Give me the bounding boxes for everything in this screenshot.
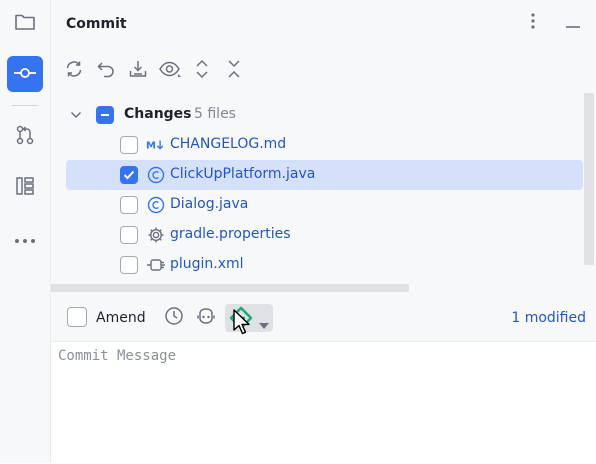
- horizontal-scrollbar[interactable]: [51, 284, 409, 292]
- changes-group-checkbox[interactable]: [96, 106, 114, 124]
- file-name: CHANGELOG.md: [170, 136, 287, 152]
- modified-count-link[interactable]: 1 modified: [511, 310, 586, 326]
- file-checkbox[interactable]: [120, 226, 138, 244]
- copilot-button[interactable]: [194, 306, 218, 330]
- file-checkbox[interactable]: [120, 136, 138, 154]
- commit-tool-button[interactable]: [7, 56, 43, 92]
- structure-icon: [14, 175, 36, 201]
- preview-button[interactable]: [159, 60, 181, 82]
- chevron-down-icon[interactable]: [69, 108, 83, 122]
- changes-tree: Changes 5 files M CHANGELOG.md ClickUpPl…: [51, 98, 596, 284]
- file-row[interactable]: gradle.properties: [66, 220, 583, 250]
- java-class-icon: [146, 165, 166, 185]
- folder-icon: [14, 12, 36, 36]
- changes-file-count: 5 files: [194, 106, 236, 122]
- more-tools-button[interactable]: [7, 220, 43, 256]
- vertical-scrollbar[interactable]: [584, 93, 594, 265]
- vertical-dots-icon: [530, 12, 536, 34]
- changes-group-label: Changes: [124, 106, 192, 122]
- commit-options-bar: Amend 1 modified: [51, 298, 596, 340]
- file-checkbox[interactable]: [120, 256, 138, 274]
- refresh-button[interactable]: [63, 60, 85, 82]
- project-button[interactable]: [7, 6, 43, 42]
- commit-message-editor[interactable]: Commit Message: [51, 341, 596, 464]
- java-class-icon: [146, 195, 166, 215]
- amend-label[interactable]: Amend: [96, 310, 146, 326]
- options-button[interactable]: [522, 12, 544, 34]
- copilot-icon: [196, 307, 216, 329]
- more-icon: [14, 229, 36, 248]
- shelve-icon: [128, 59, 148, 83]
- preview-icon: [158, 59, 182, 83]
- commit-history-button[interactable]: [162, 306, 186, 330]
- commit-toolbar: [63, 59, 245, 83]
- hide-button[interactable]: [562, 12, 584, 34]
- svg-text:M: M: [146, 141, 156, 152]
- file-name: Dialog.java: [170, 196, 249, 212]
- properties-icon: [146, 225, 166, 245]
- rollback-button[interactable]: [95, 60, 117, 82]
- minimize-icon: [565, 14, 581, 33]
- commit-icon: [13, 65, 37, 84]
- amend-checkbox[interactable]: [67, 307, 87, 327]
- file-row[interactable]: plugin.xml: [66, 250, 583, 280]
- collapse-all-button[interactable]: [223, 60, 245, 82]
- pull-requests-icon: [14, 124, 36, 150]
- strip-separator: [12, 105, 38, 106]
- markdown-icon: M: [146, 135, 166, 155]
- panel-title: Commit: [66, 16, 127, 32]
- file-checkbox[interactable]: [120, 166, 138, 184]
- rollback-icon: [96, 59, 116, 83]
- file-checkbox[interactable]: [120, 196, 138, 214]
- file-row-selected[interactable]: ClickUpPlatform.java: [66, 160, 583, 190]
- clock-icon: [164, 306, 184, 330]
- changes-group-row[interactable]: Changes 5 files: [66, 100, 583, 130]
- mouse-cursor-icon: [232, 308, 252, 344]
- file-row[interactable]: Dialog.java: [66, 190, 583, 220]
- collapse-all-icon: [226, 59, 242, 83]
- file-name: gradle.properties: [170, 226, 291, 242]
- pull-requests-button[interactable]: [7, 119, 43, 155]
- shelve-button[interactable]: [127, 60, 149, 82]
- file-name: plugin.xml: [170, 256, 244, 272]
- commit-message-placeholder: Commit Message: [58, 348, 177, 364]
- structure-button[interactable]: [7, 170, 43, 206]
- file-row[interactable]: M CHANGELOG.md: [66, 130, 583, 160]
- plugin-xml-icon: [146, 255, 166, 275]
- file-name: ClickUpPlatform.java: [170, 166, 316, 182]
- refresh-icon: [64, 59, 84, 83]
- dropdown-arrow-icon[interactable]: [259, 314, 269, 333]
- expand-all-button[interactable]: [191, 59, 213, 83]
- commit-panel: Commit Changes 5 files M CHANGELOG.md Cl…: [51, 0, 596, 464]
- tool-window-strip: [0, 0, 51, 463]
- expand-all-icon: [194, 59, 210, 83]
